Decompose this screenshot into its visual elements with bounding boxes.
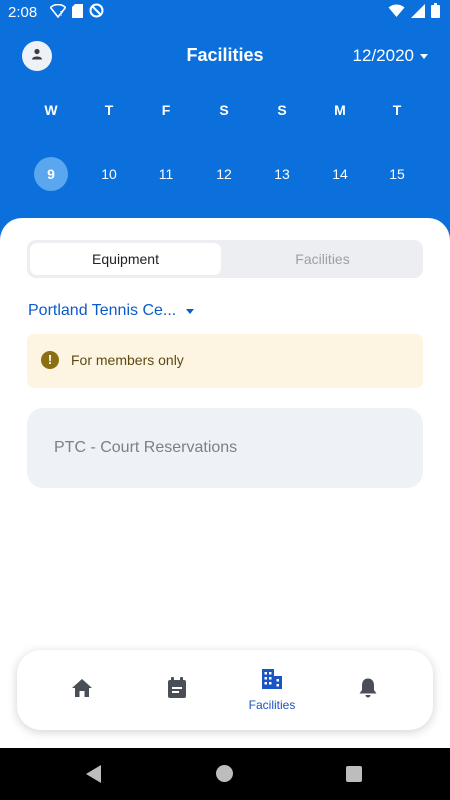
day-number: 15 bbox=[389, 166, 405, 182]
location-label: Portland Tennis Ce... bbox=[28, 302, 177, 319]
day-number: 12 bbox=[216, 166, 232, 182]
nav-home[interactable] bbox=[52, 650, 112, 730]
members-notice: ! For members only bbox=[27, 334, 423, 388]
notice-text: For members only bbox=[71, 352, 184, 368]
home-icon bbox=[71, 678, 93, 703]
tab-equipment[interactable]: Equipment bbox=[30, 243, 221, 275]
day-letter: S bbox=[219, 102, 229, 118]
facility-card[interactable]: PTC - Court Reservations bbox=[27, 408, 423, 488]
day-mon[interactable]: M 14 bbox=[320, 100, 360, 191]
bottom-nav: Facilities bbox=[17, 650, 433, 730]
segmented-control: Equipment Facilities bbox=[27, 240, 423, 278]
day-wed[interactable]: W 9 bbox=[31, 100, 71, 191]
status-time: 2:08 bbox=[8, 4, 38, 21]
nav-facilities-label: Facilities bbox=[248, 698, 296, 712]
exclamation-icon: ! bbox=[41, 351, 59, 369]
home-button-icon[interactable] bbox=[216, 765, 233, 782]
calendar-icon bbox=[167, 676, 187, 704]
header-bar: 2:08 ? Facilities 12/2020 W 9 T 10 F 11 … bbox=[0, 0, 450, 240]
bell-icon bbox=[358, 677, 378, 704]
tab-facilities[interactable]: Facilities bbox=[227, 243, 418, 275]
day-number: 10 bbox=[101, 166, 117, 182]
day-thu[interactable]: T 10 bbox=[89, 100, 129, 191]
location-dropdown[interactable]: Portland Tennis Ce... bbox=[28, 302, 195, 320]
title-row: Facilities 12/2020 bbox=[0, 36, 450, 76]
day-letter: T bbox=[104, 102, 114, 118]
do-not-disturb-icon bbox=[89, 3, 104, 23]
day-letter: F bbox=[161, 102, 171, 118]
recent-apps-icon[interactable] bbox=[346, 766, 362, 782]
day-sat[interactable]: S 12 bbox=[204, 100, 244, 191]
nav-facilities[interactable]: Facilities bbox=[242, 650, 302, 730]
battery-icon bbox=[431, 3, 440, 23]
day-letter: M bbox=[334, 102, 346, 118]
day-sun[interactable]: S 13 bbox=[262, 100, 302, 191]
day-letter: T bbox=[392, 102, 402, 118]
day-number: 11 bbox=[158, 166, 174, 182]
sd-card-icon bbox=[72, 3, 83, 23]
day-fri[interactable]: F 11 bbox=[146, 100, 186, 191]
wifi-question-icon: ? bbox=[49, 3, 67, 23]
android-nav-bar bbox=[0, 748, 450, 800]
facility-name: PTC - Court Reservations bbox=[54, 439, 238, 456]
caret-down-icon bbox=[186, 308, 195, 314]
day-number: 13 bbox=[274, 166, 290, 182]
back-icon[interactable] bbox=[86, 765, 101, 783]
day-number: 14 bbox=[332, 166, 348, 182]
svg-text:?: ? bbox=[60, 10, 64, 18]
day-tue[interactable]: T 15 bbox=[377, 100, 417, 191]
day-number-selected: 9 bbox=[34, 157, 68, 191]
day-letter: S bbox=[277, 102, 287, 118]
nav-schedule[interactable] bbox=[147, 650, 207, 730]
wifi-icon bbox=[388, 3, 405, 23]
day-letter: W bbox=[44, 102, 58, 118]
nav-notifications[interactable] bbox=[338, 650, 398, 730]
month-picker[interactable]: 12/2020 bbox=[353, 46, 428, 66]
signal-icon bbox=[411, 3, 425, 23]
caret-down-icon bbox=[420, 53, 428, 59]
status-bar: 2:08 ? bbox=[0, 0, 450, 26]
building-icon bbox=[261, 668, 283, 695]
week-strip: W 9 T 10 F 11 S 12 S 13 M 14 T 15 bbox=[0, 100, 450, 200]
month-label: 12/2020 bbox=[352, 46, 414, 65]
